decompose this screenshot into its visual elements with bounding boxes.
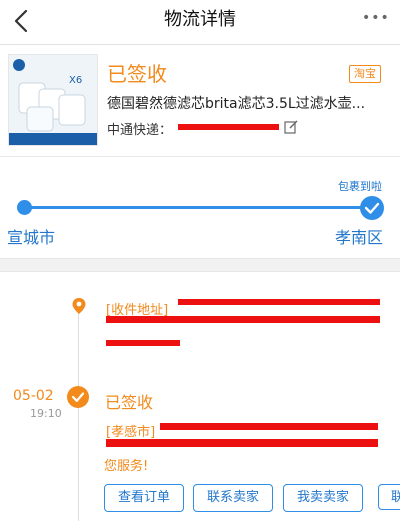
divider bbox=[0, 156, 400, 157]
product-name[interactable]: 德国碧然德滤芯brita滤芯3.5L过滤水壶... bbox=[107, 93, 392, 113]
event-detail-redaction bbox=[160, 423, 378, 430]
thumbnail-qty: X6 bbox=[69, 75, 83, 86]
address-redaction bbox=[178, 299, 380, 305]
platform-badge: 淘宝 bbox=[349, 65, 381, 83]
timeline-line bbox=[78, 306, 79, 521]
address-redaction bbox=[106, 316, 380, 323]
event-detail-redaction bbox=[106, 439, 378, 447]
contact-seller-button[interactable]: 联系卖家 bbox=[193, 484, 273, 512]
address-redaction bbox=[106, 340, 180, 346]
origin-dot bbox=[17, 200, 32, 215]
arrived-note: 包裹到啦 bbox=[338, 180, 382, 193]
view-order-button[interactable]: 查看订单 bbox=[104, 484, 184, 512]
event-location: [孝感市] bbox=[106, 425, 156, 440]
location-pin-icon bbox=[71, 297, 87, 315]
route-progress-line bbox=[24, 206, 372, 209]
section-gap bbox=[0, 258, 400, 272]
event-detail-text: 您服务! bbox=[104, 459, 149, 474]
event-title: 已签收 bbox=[105, 393, 154, 412]
courier-label: 中通快递： bbox=[107, 123, 173, 138]
product-thumbnail[interactable]: X6 bbox=[8, 54, 98, 146]
origin-city: 宣城市 bbox=[7, 228, 56, 247]
event-date: 05-02 bbox=[13, 388, 54, 404]
more-options-icon[interactable]: ••• bbox=[362, 10, 389, 30]
destination-city: 孝南区 bbox=[335, 228, 384, 247]
sell-button[interactable]: 我卖卖家 bbox=[283, 484, 363, 512]
event-time: 19:10 bbox=[30, 407, 62, 420]
more-actions-button[interactable]: 联 bbox=[378, 484, 400, 510]
signed-check-icon bbox=[67, 386, 89, 408]
page-title: 物流详情 bbox=[164, 9, 236, 30]
copy-edit-icon[interactable] bbox=[284, 119, 298, 134]
checkmark-icon bbox=[360, 196, 384, 220]
back-arrow-icon[interactable] bbox=[8, 6, 38, 36]
delivery-status: 已签收 bbox=[107, 62, 167, 86]
tracking-number-redaction bbox=[178, 124, 279, 130]
